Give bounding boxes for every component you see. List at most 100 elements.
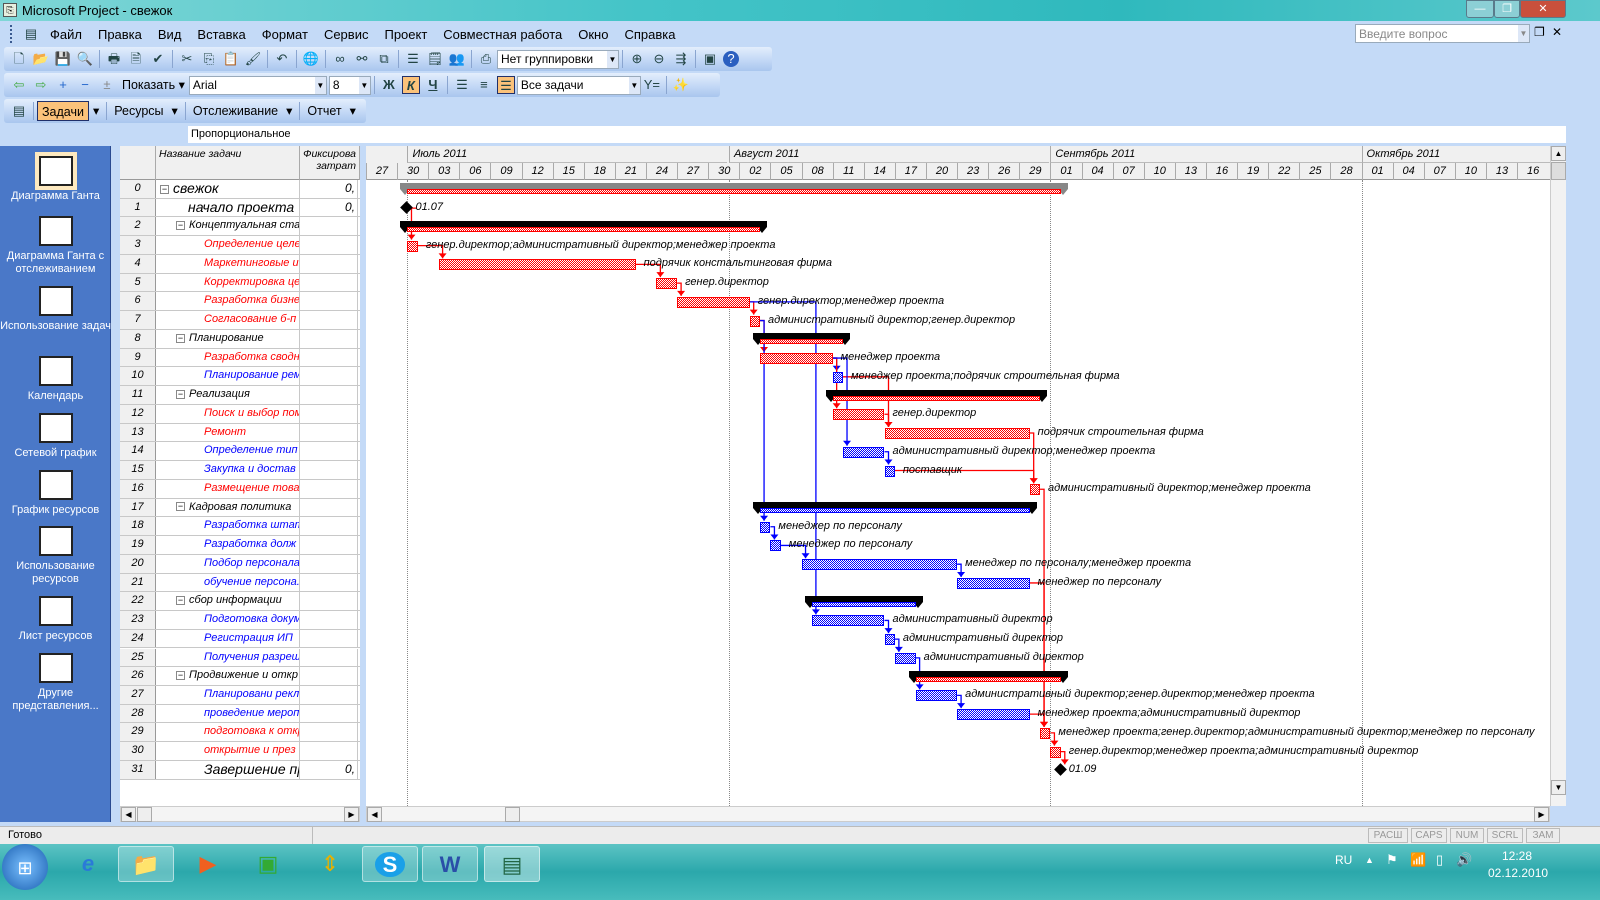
collapse-icon[interactable]: − bbox=[176, 670, 185, 680]
table-row[interactable]: 26− Продвижение и откр bbox=[120, 667, 360, 686]
publish-icon[interactable]: ⎙ bbox=[477, 50, 495, 68]
fixed-cost-cell[interactable] bbox=[300, 217, 358, 236]
task-name-cell[interactable]: − Кадровая политика bbox=[156, 498, 300, 517]
spelling-icon[interactable]: ✔ bbox=[149, 50, 167, 68]
align-left-icon[interactable]: ☰ bbox=[453, 76, 471, 94]
row-number[interactable]: 9 bbox=[120, 348, 156, 367]
close-button[interactable]: ✕ bbox=[1520, 0, 1566, 18]
menu-file[interactable]: Файл bbox=[50, 27, 82, 42]
task-bar[interactable] bbox=[915, 690, 958, 702]
row-number[interactable]: 29 bbox=[120, 723, 156, 742]
flag-icon[interactable]: ⚑ bbox=[1386, 852, 1398, 868]
vertical-scrollbar[interactable]: ▲ ▼ bbox=[1550, 146, 1566, 806]
chevron-down-icon[interactable]: ▼ bbox=[607, 50, 618, 68]
table-row[interactable]: 3 Определение целе bbox=[120, 236, 360, 255]
italic-button[interactable]: К bbox=[401, 76, 420, 94]
hide-subtasks-icon[interactable]: − bbox=[76, 76, 94, 94]
table-horizontal-scrollbar[interactable]: ◀ ▶ bbox=[120, 806, 360, 822]
critical-task-bar[interactable] bbox=[1050, 746, 1061, 758]
task-name-cell[interactable]: Маркетинговые и bbox=[156, 254, 300, 273]
collapse-icon[interactable]: − bbox=[176, 502, 185, 512]
collapse-icon[interactable]: − bbox=[160, 184, 169, 194]
align-right-icon[interactable]: ☰ bbox=[496, 76, 515, 94]
task-bar[interactable] bbox=[957, 709, 1030, 721]
menu-insert[interactable]: Вставка bbox=[197, 27, 245, 42]
task-name-cell[interactable]: Планировани рекл bbox=[156, 685, 300, 704]
row-number[interactable]: 10 bbox=[120, 367, 156, 386]
task-name-cell[interactable]: Планирование рем bbox=[156, 367, 300, 386]
entry-field[interactable]: Пропорциональное bbox=[188, 126, 1566, 143]
restore-button[interactable]: ❐ bbox=[1494, 0, 1520, 18]
critical-task-bar[interactable] bbox=[760, 353, 833, 365]
task-name-cell[interactable]: Поиск и выбор пом bbox=[156, 404, 300, 423]
table-row[interactable]: 16 Размещение това bbox=[120, 479, 360, 499]
volume-icon[interactable]: 🔊 bbox=[1456, 852, 1472, 868]
task-name-cell[interactable]: − Планирование bbox=[156, 329, 300, 348]
network-icon[interactable]: 📶 bbox=[1410, 852, 1426, 868]
show-subtasks-icon[interactable]: + bbox=[54, 76, 72, 94]
task-bar[interactable] bbox=[801, 559, 958, 571]
chevron-down-icon[interactable]: ▼ bbox=[358, 76, 370, 94]
table-row[interactable]: 30 открытие и през bbox=[120, 742, 360, 761]
task-name-cell[interactable]: подготовка к откр bbox=[156, 723, 300, 742]
table-row[interactable]: 20 Подбор персонала bbox=[120, 554, 360, 574]
task-bar[interactable] bbox=[770, 540, 781, 552]
row-number[interactable]: 3 bbox=[120, 236, 156, 254]
scroll-right-icon[interactable]: ▶ bbox=[344, 807, 359, 822]
row-number[interactable]: 14 bbox=[120, 442, 156, 461]
hyperlink-icon[interactable]: 🌐 bbox=[302, 50, 320, 68]
row-number[interactable]: 28 bbox=[120, 704, 156, 723]
fixed-cost-cell[interactable]: 0, bbox=[300, 180, 358, 198]
fixed-cost-cell[interactable] bbox=[300, 592, 358, 610]
task-name-cell[interactable]: Разработка штат bbox=[156, 517, 300, 536]
table-row[interactable]: 7 Согласование б-п bbox=[120, 311, 360, 330]
document-icon[interactable]: ▤ bbox=[22, 25, 40, 43]
row-number[interactable]: 8 bbox=[120, 329, 156, 348]
tracking-button[interactable]: Отслеживание bbox=[189, 101, 282, 121]
show-all-icon[interactable]: ± bbox=[98, 76, 116, 94]
task-name-cell[interactable]: Подготовка докум bbox=[156, 611, 300, 629]
fixed-cost-cell[interactable] bbox=[300, 723, 358, 742]
scroll-left-icon[interactable]: ◀ bbox=[367, 807, 382, 822]
table-row[interactable]: 22− сбор информации bbox=[120, 592, 360, 611]
fixed-cost-cell[interactable] bbox=[300, 629, 358, 648]
undo-icon[interactable]: ↶ bbox=[273, 50, 291, 68]
scroll-thumb[interactable] bbox=[137, 807, 152, 822]
print-preview-icon[interactable]: 🗎 bbox=[127, 50, 145, 68]
fixed-cost-cell[interactable] bbox=[300, 498, 358, 517]
notes-icon[interactable]: 🗒 bbox=[426, 50, 444, 68]
menu-project[interactable]: Проект bbox=[384, 27, 427, 42]
row-number[interactable]: 7 bbox=[120, 311, 156, 329]
autofilter-icon[interactable]: Y= bbox=[643, 76, 661, 94]
collapse-icon[interactable]: − bbox=[176, 221, 185, 231]
task-name-cell[interactable]: Разработка бизне bbox=[156, 292, 300, 311]
critical-task-bar[interactable] bbox=[677, 296, 750, 308]
table-row[interactable]: 11− Реализация bbox=[120, 386, 360, 405]
task-name-cell[interactable]: Регистрация ИП bbox=[156, 629, 300, 648]
explorer-icon[interactable]: 📁 bbox=[118, 846, 174, 882]
internet-explorer-icon[interactable]: e bbox=[60, 846, 116, 882]
gantt-horizontal-scrollbar[interactable]: ◀ ▶ bbox=[366, 806, 1550, 822]
new-icon[interactable]: 🗋 bbox=[10, 50, 28, 68]
fixed-cost-cell[interactable] bbox=[300, 236, 358, 254]
paste-icon[interactable]: 📋 bbox=[222, 50, 240, 68]
fixed-cost-cell[interactable] bbox=[300, 329, 358, 348]
table-row[interactable]: 28 проведение мероп bbox=[120, 704, 360, 724]
menu-tools[interactable]: Сервис bbox=[324, 27, 369, 42]
task-name-cell[interactable]: Разработка сводн bbox=[156, 348, 300, 367]
row-number[interactable]: 15 bbox=[120, 461, 156, 479]
fixed-cost-cell[interactable] bbox=[300, 404, 358, 423]
table-row[interactable]: 10 Планирование рем bbox=[120, 367, 360, 387]
tasks-dropdown-icon[interactable]: ▾ bbox=[89, 101, 103, 121]
resources-button[interactable]: Ресурсы bbox=[110, 101, 167, 121]
table-row[interactable]: 15 Закупка и достав bbox=[120, 461, 360, 480]
task-name-cell[interactable]: Закупка и достав bbox=[156, 461, 300, 479]
table-row[interactable]: 25 Получения разреш bbox=[120, 648, 360, 668]
scroll-thumb[interactable] bbox=[505, 807, 520, 822]
table-row[interactable]: 18 Разработка штат bbox=[120, 517, 360, 537]
critical-task-bar[interactable] bbox=[832, 409, 885, 421]
fixed-cost-cell[interactable] bbox=[300, 648, 358, 667]
task-bar[interactable] bbox=[957, 577, 1030, 589]
task-name-cell[interactable]: Ремонт bbox=[156, 423, 300, 442]
fixed-cost-cell[interactable] bbox=[300, 667, 358, 685]
